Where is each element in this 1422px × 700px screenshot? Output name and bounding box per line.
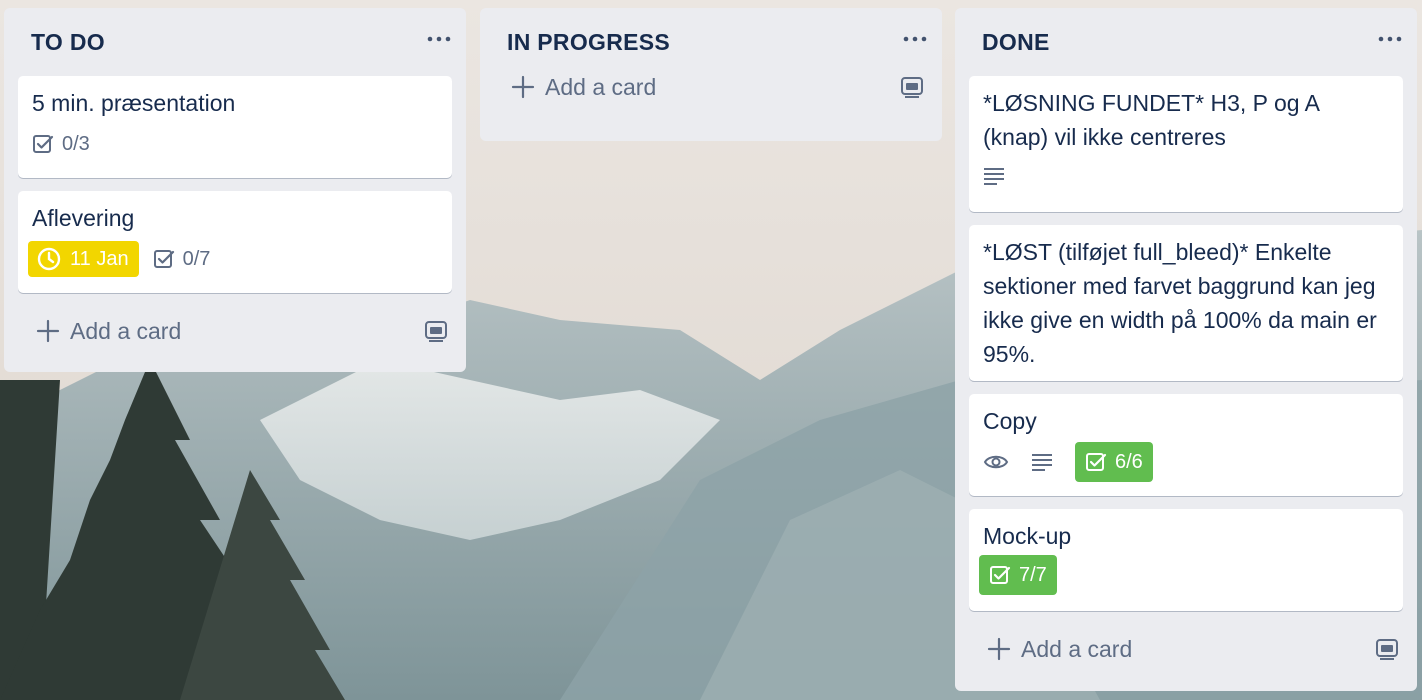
ellipsis-icon: [427, 36, 451, 42]
checklist-count: 0/3: [62, 133, 90, 155]
list-menu-button[interactable]: [898, 22, 932, 56]
description-badge: [1031, 444, 1061, 480]
description-badge: [983, 158, 1013, 194]
add-card-button[interactable]: Add a card: [494, 62, 928, 112]
due-date: 11 Jan: [70, 248, 129, 270]
watching-badge: [983, 444, 1017, 480]
checklist-icon: [153, 250, 174, 268]
list-done: DONE *LØSNING FUNDET* H3, P og A (knap) …: [955, 8, 1417, 691]
create-from-template-button[interactable]: [418, 313, 454, 349]
card-title: Aflevering: [32, 205, 135, 231]
ellipsis-icon: [1378, 36, 1402, 42]
add-card-label-wrap: Add a card: [36, 318, 181, 345]
checklist-count: 0/7: [182, 248, 211, 270]
checklist-icon: [1086, 453, 1107, 471]
card-badges: [983, 158, 1389, 194]
card[interactable]: 5 min. præsentation 0/3: [18, 76, 452, 178]
ellipsis-icon: [903, 36, 927, 42]
add-card-label: Add a card: [1021, 635, 1133, 662]
plus-icon: [511, 75, 535, 99]
checklist-badge-complete: 7/7: [979, 555, 1057, 595]
add-card-label: Add a card: [545, 73, 657, 100]
card-template-icon: [425, 321, 447, 342]
card[interactable]: *LØST (tilføjet full_bleed)* Enkelte sek…: [969, 225, 1403, 381]
card-template-icon: [1376, 639, 1398, 660]
card-title: *LØSNING FUNDET* H3, P og A (knap) vil i…: [983, 90, 1319, 150]
list-title[interactable]: IN PROGRESS: [507, 29, 670, 56]
add-card-button[interactable]: Add a card: [18, 306, 452, 356]
checklist-count: 7/7: [1019, 564, 1047, 586]
checklist-badge: 0/7: [153, 241, 211, 277]
add-card-label-wrap: Add a card: [511, 74, 656, 101]
list-header: TO DO: [18, 8, 452, 76]
add-card-label: Add a card: [70, 317, 182, 344]
list-menu-button[interactable]: [1373, 22, 1407, 56]
card-badges: 6/6: [983, 442, 1389, 482]
card-title: Copy: [983, 408, 1037, 434]
add-card-label-wrap: Add a card: [987, 636, 1132, 663]
checklist-icon: [990, 566, 1011, 584]
checklist-badge: 0/3: [32, 126, 90, 162]
eye-icon: [983, 455, 1009, 469]
card-title: Mock-up: [983, 523, 1072, 549]
board: TO DO 5 min. præsentation 0/3 Aflevering…: [0, 0, 1422, 700]
checklist-count: 6/6: [1115, 451, 1143, 473]
card-template-icon: [901, 77, 923, 98]
checklist-icon: [33, 135, 54, 153]
checklist-badge-complete: 6/6: [1075, 442, 1153, 482]
list-in-progress: IN PROGRESS Add a card: [480, 8, 942, 141]
create-from-template-button[interactable]: [1369, 631, 1405, 667]
card[interactable]: Mock-up 7/7: [969, 509, 1403, 611]
card-badges: 11 Jan 0/7: [28, 241, 438, 277]
list-title[interactable]: DONE: [982, 29, 1050, 56]
clock-icon: [37, 247, 61, 271]
card-title: *LØST (tilføjet full_bleed)* Enkelte sek…: [983, 239, 1377, 367]
plus-icon: [36, 319, 60, 343]
card-badges: 7/7: [979, 555, 1389, 595]
due-date-badge[interactable]: 11 Jan: [28, 241, 139, 277]
card[interactable]: Aflevering 11 Jan 0/7: [18, 191, 452, 293]
list-title[interactable]: TO DO: [31, 29, 105, 56]
list-menu-button[interactable]: [422, 22, 456, 56]
card-badges: 0/3: [32, 126, 438, 162]
card-title: 5 min. præsentation: [32, 90, 236, 116]
create-from-template-button[interactable]: [894, 69, 930, 105]
add-card-button[interactable]: Add a card: [969, 624, 1403, 674]
list-header: DONE: [969, 8, 1403, 76]
description-icon: [1032, 454, 1052, 471]
card[interactable]: Copy 6/6: [969, 394, 1403, 496]
plus-icon: [987, 637, 1011, 661]
description-icon: [984, 168, 1004, 185]
list-todo: TO DO 5 min. præsentation 0/3 Aflevering…: [4, 8, 466, 372]
card[interactable]: *LØSNING FUNDET* H3, P og A (knap) vil i…: [969, 76, 1403, 212]
